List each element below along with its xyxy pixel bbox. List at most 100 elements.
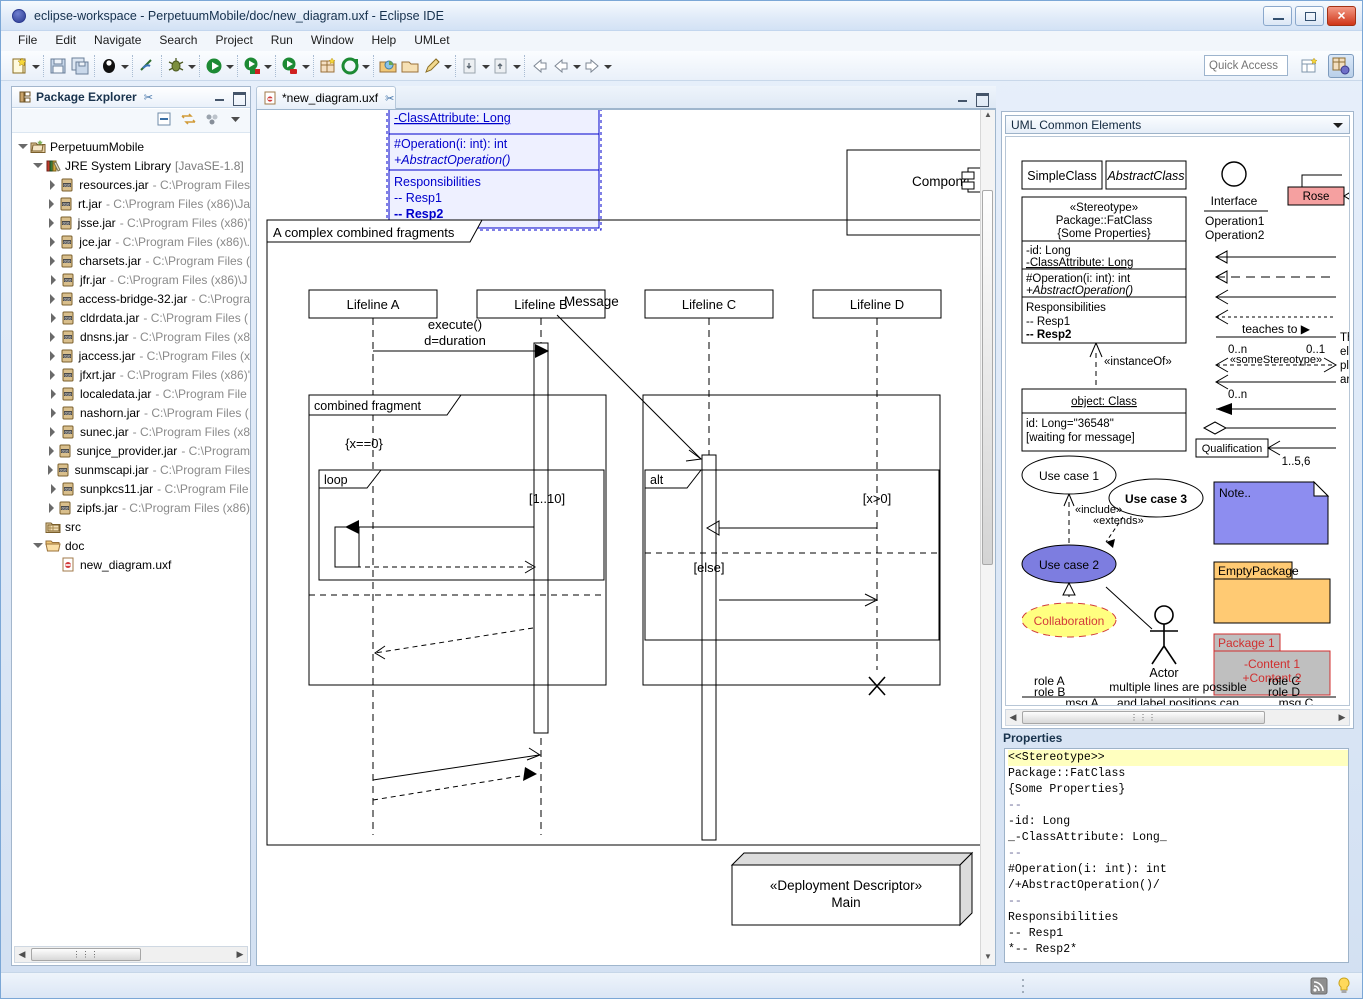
dropdown-arrow[interactable] xyxy=(31,55,40,77)
menu-item-navigate[interactable]: Navigate xyxy=(85,31,150,49)
tree-item-new-diagram-uxf[interactable]: new_diagram.uxf xyxy=(12,555,250,574)
tree-twisty-collapsed[interactable] xyxy=(46,275,60,285)
menu-item-search[interactable]: Search xyxy=(150,31,206,49)
save-icon[interactable] xyxy=(47,55,69,77)
tree-item-doc[interactable]: doc xyxy=(12,536,250,555)
open-task-icon[interactable] xyxy=(399,55,421,77)
tree-item-charsets-jar[interactable]: 010 charsets.jar - C:\Program Files ( xyxy=(12,251,250,270)
close-button[interactable]: ✕ xyxy=(1327,6,1356,26)
properties-text-area[interactable]: <<Stereotype>> Package::FatClass {Some Pro… xyxy=(1004,748,1349,963)
back-icon[interactable] xyxy=(528,55,550,77)
dropdown-arrow[interactable] xyxy=(120,55,129,77)
view-menu-icon[interactable] xyxy=(229,112,242,126)
tree-twisty-collapsed[interactable] xyxy=(46,294,59,304)
maximize-button[interactable] xyxy=(1295,6,1324,26)
tree-item-sunmscapi-jar[interactable]: 010 sunmscapi.jar - C:\Program Files xyxy=(12,460,250,479)
close-tab-icon[interactable]: ✂ xyxy=(385,92,394,105)
tree-twisty-collapsed[interactable] xyxy=(46,313,60,323)
dropdown-arrow[interactable] xyxy=(481,55,490,77)
annotation-next-icon[interactable] xyxy=(459,55,481,77)
tree-twisty-collapsed[interactable] xyxy=(46,237,59,247)
hscroll-thumb[interactable]: ⋮⋮⋮ xyxy=(1022,711,1265,724)
edit-icon[interactable] xyxy=(421,55,443,77)
rss-feed-icon[interactable] xyxy=(1310,977,1328,995)
menu-item-window[interactable]: Window xyxy=(302,31,363,49)
diagram-canvas[interactable]: -ClassAttribute: Long #Operation(i: int)… xyxy=(256,109,996,966)
scroll-left-arrow[interactable]: ◀ xyxy=(15,949,29,960)
dropdown-arrow[interactable] xyxy=(572,55,581,77)
minimize-view-icon[interactable] xyxy=(213,91,226,104)
tree-item-src[interactable]: src xyxy=(12,517,250,536)
save-all-icon[interactable] xyxy=(69,55,91,77)
palette-selector[interactable]: UML Common Elements xyxy=(1005,115,1350,134)
tree-twisty-expanded[interactable] xyxy=(31,541,45,550)
hscroll-thumb[interactable]: ⋮⋮⋮ xyxy=(31,948,141,961)
new-wizard-icon[interactable] xyxy=(9,55,31,77)
new-package-icon[interactable] xyxy=(317,55,339,77)
tree-twisty-collapsed[interactable] xyxy=(46,199,58,209)
chevron-down-icon[interactable] xyxy=(1333,123,1343,128)
minimize-button[interactable] xyxy=(1263,6,1292,26)
tree-item-perpetuummobile[interactable]: PerpetuumMobile xyxy=(12,137,250,156)
dropdown-arrow[interactable] xyxy=(301,55,310,77)
tree-item-jsse-jar[interactable]: 010 jsse.jar - C:\Program Files (x86)' xyxy=(12,213,250,232)
open-perspective-icon[interactable] xyxy=(1298,55,1322,77)
toggle-mark-occurrences-icon[interactable] xyxy=(136,55,158,77)
palette-hscrollbar[interactable]: ◀ ⋮⋮⋮ ▶ xyxy=(1005,709,1350,726)
tree-twisty-collapsed[interactable] xyxy=(46,256,59,266)
coverage-icon[interactable] xyxy=(241,55,263,77)
menu-item-help[interactable]: Help xyxy=(363,31,406,49)
dropdown-arrow[interactable] xyxy=(512,55,521,77)
vscroll-thumb[interactable] xyxy=(982,190,993,565)
dropdown-arrow[interactable] xyxy=(603,55,612,77)
tree-item-access-bridge-32-jar[interactable]: 010 access-bridge-32.jar - C:\Progra xyxy=(12,289,250,308)
tree-item-jre-system-library[interactable]: JRE System Library [JavaSE-1.8] xyxy=(12,156,250,175)
tree-twisty-expanded[interactable] xyxy=(31,161,45,170)
menu-item-file[interactable]: File xyxy=(9,31,46,49)
scroll-up-arrow[interactable]: ▲ xyxy=(982,110,994,123)
print-icon[interactable] xyxy=(98,55,120,77)
tree-item-rt-jar[interactable]: 010 rt.jar - C:\Program Files (x86)\Ja xyxy=(12,194,250,213)
tree-item-localedata-jar[interactable]: 010 localedata.jar - C:\Program File xyxy=(12,384,250,403)
forward-icon[interactable] xyxy=(550,55,572,77)
tree-twisty-collapsed[interactable] xyxy=(46,180,59,190)
scroll-right-arrow[interactable]: ▶ xyxy=(233,949,247,960)
scroll-down-arrow[interactable]: ▼ xyxy=(982,952,994,965)
tree-item-jfr-jar[interactable]: 010 jfr.jar - C:\Program Files (x86)\J xyxy=(12,270,250,289)
tree-item-sunec-jar[interactable]: 010 sunec.jar - C:\Program Files (x8 xyxy=(12,422,250,441)
tree-twisty-collapsed[interactable] xyxy=(46,351,59,361)
run-icon[interactable] xyxy=(203,55,225,77)
scroll-left-arrow[interactable]: ◀ xyxy=(1006,712,1020,723)
editor-vscrollbar[interactable]: ▲ ▼ xyxy=(980,110,995,965)
package-explorer-hscrollbar[interactable]: ◀ ⋮⋮⋮ ▶ xyxy=(14,946,248,963)
menu-item-umlet[interactable]: UMLet xyxy=(405,31,458,49)
tip-of-the-day-icon[interactable] xyxy=(1336,977,1352,995)
tree-twisty-collapsed[interactable] xyxy=(46,389,60,399)
dropdown-arrow[interactable] xyxy=(225,55,234,77)
close-tab-icon[interactable]: ✂ xyxy=(144,91,153,104)
minimize-view-icon[interactable] xyxy=(956,92,969,105)
tree-item-sunjce-provider-jar[interactable]: 010 sunjce_provider.jar - C:\Program xyxy=(12,441,250,460)
tree-twisty-collapsed[interactable] xyxy=(46,218,58,228)
debug-icon[interactable] xyxy=(165,55,187,77)
tree-item-jce-jar[interactable]: 010 jce.jar - C:\Program Files (x86)\. xyxy=(12,232,250,251)
tree-item-zipfs-jar[interactable]: 010 zipfs.jar - C:\Program Files (x86) xyxy=(12,498,250,517)
status-drag-handle[interactable] xyxy=(1021,978,1024,994)
focus-on-active-task-icon[interactable] xyxy=(205,112,220,126)
tree-twisty-collapsed[interactable] xyxy=(46,503,57,513)
dropdown-arrow[interactable] xyxy=(443,55,452,77)
tree-twisty-collapsed[interactable] xyxy=(46,446,57,456)
tree-item-nashorn-jar[interactable]: 010 nashorn.jar - C:\Program Files ( xyxy=(12,403,250,422)
maximize-view-icon[interactable] xyxy=(232,91,246,106)
dropdown-arrow[interactable] xyxy=(187,55,196,77)
editor-tab-new-diagram[interactable]: *new_diagram.uxf ✂ xyxy=(256,86,396,109)
tree-twisty-expanded[interactable] xyxy=(16,142,30,151)
collapse-all-icon[interactable] xyxy=(157,112,172,126)
tree-twisty-collapsed[interactable] xyxy=(46,332,60,342)
tree-item-jfxrt-jar[interactable]: 010 jfxrt.jar - C:\Program Files (x86)' xyxy=(12,365,250,384)
open-type-icon[interactable] xyxy=(377,55,399,77)
menu-item-edit[interactable]: Edit xyxy=(46,31,85,49)
link-with-editor-icon[interactable] xyxy=(181,112,196,126)
maximize-view-icon[interactable] xyxy=(975,92,989,107)
tree-twisty-collapsed[interactable] xyxy=(46,427,60,437)
